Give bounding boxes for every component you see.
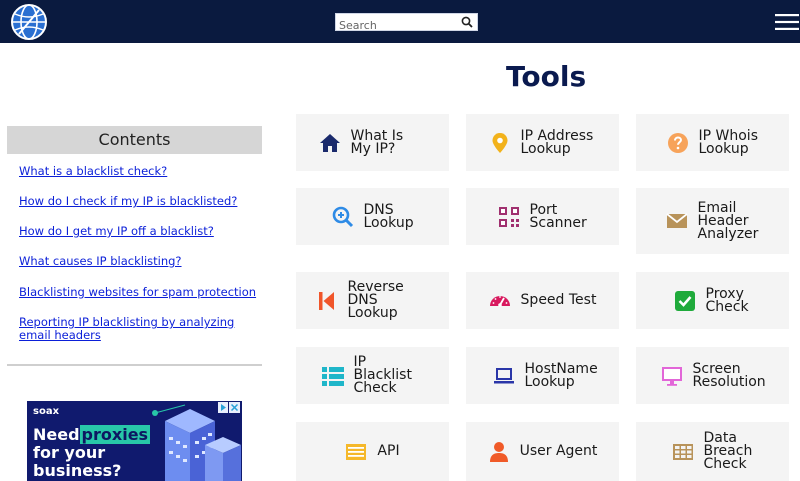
search-input[interactable] [336, 17, 456, 34]
tool-card-speed-test[interactable]: Speed Test [466, 272, 619, 329]
tool-card-content: Port Scanner [466, 188, 619, 245]
list-icon [321, 366, 344, 386]
qr-code-icon [498, 206, 519, 227]
tool-card-content: HostName Lookup [466, 347, 619, 404]
home-icon [319, 133, 340, 152]
tool-card-hostname-lookup[interactable]: HostName Lookup [466, 347, 619, 404]
speedometer-icon [489, 295, 510, 307]
tool-card-content: DNS Lookup [296, 188, 449, 245]
tool-card-ip-address-lookup[interactable]: IP Address Lookup [466, 114, 619, 171]
user-icon [489, 441, 508, 462]
tool-card-ip-whois-lookup[interactable]: IP Whois Lookup [636, 114, 789, 171]
tool-card-content: What Is My IP? [296, 114, 449, 171]
tool-label: Screen Resolution [692, 360, 766, 390]
toc-link-check-blacklisted[interactable]: How do I check if my IP is blacklisted? [19, 195, 259, 208]
map-pin-icon [492, 132, 507, 153]
question-icon [667, 132, 688, 153]
document-lines-icon [346, 443, 367, 460]
tool-card-content: IP Blacklist Check [296, 347, 449, 404]
contents-heading: Contents [7, 126, 262, 154]
checkbox-icon [674, 290, 695, 311]
rewind-icon [318, 291, 334, 310]
tool-card-proxy-check[interactable]: Proxy Check [636, 272, 789, 329]
tool-card-content: Proxy Check [636, 272, 789, 329]
tool-card-port-scanner[interactable]: Port Scanner [466, 188, 619, 245]
tool-label: Email Header Analyzer [697, 199, 759, 242]
toc-link-email-headers[interactable]: Reporting IP blacklisting by analyzing e… [19, 316, 254, 342]
toc-link-what-is-blacklist[interactable]: What is a blacklist check? [19, 165, 259, 178]
tool-card-content: Speed Test [466, 272, 619, 329]
tool-card-api[interactable]: API [296, 422, 449, 481]
tool-label: HostName Lookup [524, 360, 598, 390]
ad-headline-line3: business? [33, 461, 122, 480]
laptop-icon [493, 367, 514, 383]
magnify-plus-icon [332, 206, 353, 227]
tool-label: API [377, 443, 400, 459]
tool-card-dns-lookup[interactable]: DNS Lookup [296, 188, 449, 245]
toc-link-get-off-blacklist[interactable]: How do I get my IP off a blacklist? [19, 225, 259, 238]
tool-card-ip-blacklist-check[interactable]: IP Blacklist Check [296, 347, 449, 404]
tool-label: Proxy Check [705, 285, 749, 315]
tool-label: IP Whois Lookup [698, 127, 759, 157]
tool-label: Port Scanner [529, 201, 587, 231]
tool-card-content: IP Whois Lookup [636, 114, 789, 171]
tool-label: User Agent [519, 443, 598, 459]
search-box [335, 13, 478, 34]
tool-card-content: Email Header Analyzer [636, 188, 789, 254]
contents-divider [7, 364, 262, 366]
top-navigation-bar [0, 0, 800, 43]
tool-card-data-breach-check[interactable]: Data Breach Check [636, 422, 789, 481]
page-title: Tools [506, 60, 587, 93]
toc-link-spam-protection[interactable]: Blacklisting websites for spam protectio… [19, 286, 259, 299]
ad-headline-line1: Need proxies [33, 425, 151, 444]
tool-card-content: Data Breach Check [636, 422, 789, 481]
tool-card-email-header-analyzer[interactable]: Email Header Analyzer [636, 188, 789, 254]
toc-link-causes[interactable]: What causes IP blacklisting? [19, 255, 259, 268]
envelope-icon [665, 213, 688, 228]
tool-label: IP Address Lookup [520, 127, 594, 157]
ad-text-proxies: proxies [79, 425, 151, 444]
tool-card-content: Reverse DNS Lookup [296, 272, 449, 329]
tool-label: Reverse DNS Lookup [347, 279, 404, 321]
tool-card-reverse-dns-lookup[interactable]: Reverse DNS Lookup [296, 272, 449, 329]
tool-card-user-agent[interactable]: User Agent [466, 422, 619, 481]
advertisement-banner[interactable]: soax Need proxies for your business? [27, 401, 242, 481]
ad-brand: soax [33, 406, 60, 417]
server-rack-illustration-icon [152, 404, 241, 481]
tool-label: What Is My IP? [350, 127, 404, 157]
grid-table-icon [672, 443, 693, 460]
tool-label: DNS Lookup [363, 201, 414, 231]
ad-headline-line2: for your [33, 443, 106, 462]
ad-close-icon[interactable] [218, 402, 240, 413]
tool-label: Data Breach Check [703, 430, 753, 472]
tool-label: IP Blacklist Check [353, 354, 412, 396]
monitor-icon [661, 366, 682, 386]
tool-card-what-is-my-ip[interactable]: What Is My IP? [296, 114, 449, 171]
search-icon[interactable] [461, 16, 473, 28]
tool-card-content: User Agent [466, 422, 619, 481]
tool-card-content: API [296, 422, 449, 481]
tool-label: Speed Test [520, 292, 597, 308]
tool-card-content: Screen Resolution [636, 347, 789, 404]
tool-card-screen-resolution[interactable]: Screen Resolution [636, 347, 789, 404]
tool-card-content: IP Address Lookup [466, 114, 619, 171]
ad-text-need: Need [33, 425, 80, 444]
hamburger-menu-icon[interactable] [775, 14, 799, 30]
globe-logo-icon[interactable] [11, 4, 47, 40]
